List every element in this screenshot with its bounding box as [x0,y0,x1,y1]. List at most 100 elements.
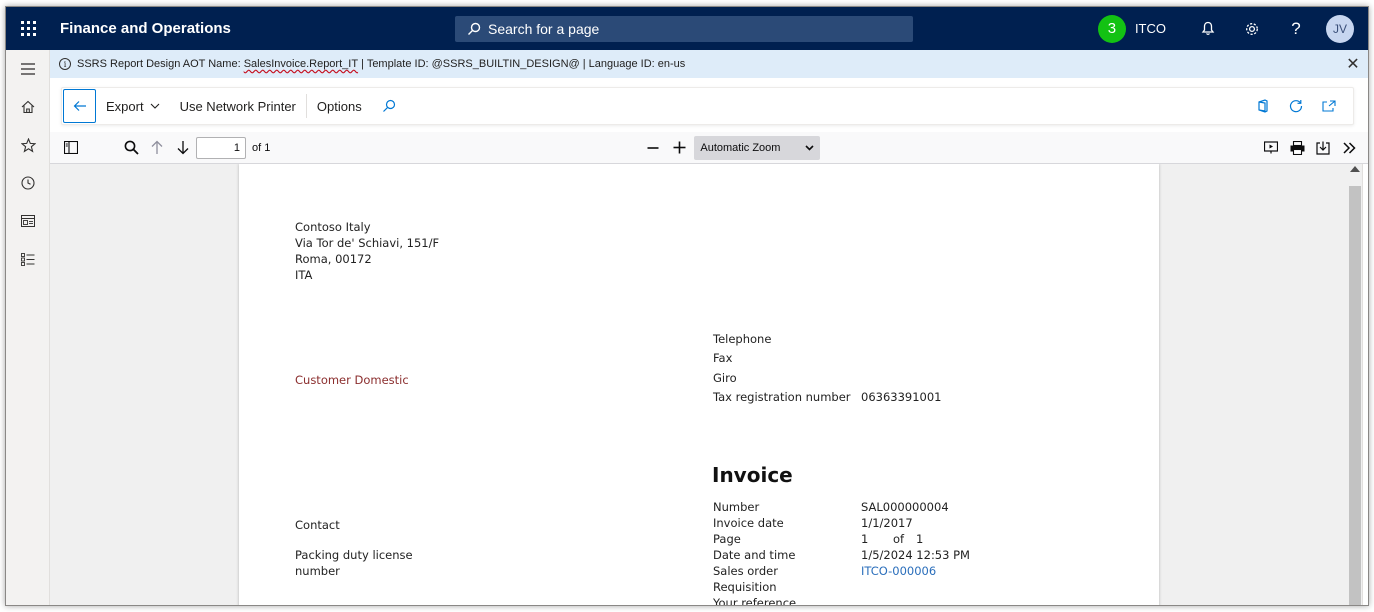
number-label: Number [713,500,760,514]
presentation-mode-button[interactable] [1258,134,1284,162]
settings-button[interactable] [1230,7,1274,50]
search-icon [468,22,481,35]
scrollbar-thumb[interactable] [1349,186,1361,605]
nav-modules-button[interactable] [6,240,50,278]
next-page-button[interactable] [170,134,196,162]
packing-duty-label-2: number [295,564,340,578]
gear-icon [1246,22,1258,35]
search-icon [382,99,395,112]
pdf-toolbar: 1 of 1 Automatic Zoom [50,132,1368,164]
download-icon [1316,141,1330,155]
office-button[interactable] [1246,99,1279,113]
avatar[interactable]: JV [1326,14,1354,43]
save-button[interactable] [1310,134,1336,162]
sales-order-link[interactable]: ITCO-000006 [861,564,936,578]
left-nav-rail [6,50,50,605]
company-city: Roma, 00172 [295,252,372,266]
invoice-date-value: 1/1/2017 [861,516,913,530]
plus-icon [673,141,686,154]
clock-icon [21,176,35,190]
company-country: ITA [295,268,313,282]
pdf-viewer[interactable]: Contoso Italy Via Tor de' Schiavi, 151/F… [50,164,1368,605]
page-value: 1 [861,532,869,546]
arrow-down-icon [177,141,189,155]
previous-page-button[interactable] [144,134,170,162]
zoom-select[interactable]: Automatic Zoom [694,135,821,160]
arrow-up-icon [151,140,163,154]
company-picker[interactable]: ITCO [1135,21,1166,36]
printer-icon [1290,140,1304,155]
your-reference-label: Your reference [713,596,797,605]
back-button[interactable] [63,89,96,123]
sidebar-icon [64,141,78,154]
page-number-input[interactable]: 1 [196,136,246,159]
nav-recent-button[interactable] [6,164,50,202]
chevron-down-icon [150,103,159,109]
app-window: Finance and Operations Search for a page… [5,6,1369,606]
datetime-value: 1/5/2024 12:53 PM [861,548,970,562]
refresh-button[interactable] [1279,99,1312,113]
page-edge [1362,164,1368,605]
open-new-window-button[interactable] [1312,100,1345,112]
options-tab[interactable]: Options [307,89,372,123]
use-network-printer-button[interactable]: Use Network Printer [170,89,306,123]
export-label: Export [106,98,144,114]
export-menu-button[interactable]: Export [96,89,170,123]
magnifier-icon [124,140,139,155]
telephone-label: Telephone [713,332,772,346]
tax-registration-value: 06363391001 [861,390,942,404]
top-nav-bar: Finance and Operations Search for a page… [6,7,1368,50]
star-icon [20,137,36,153]
refresh-icon [1289,100,1302,113]
notification-count-badge[interactable]: 3 [1097,14,1126,43]
close-icon[interactable]: ✕ [1338,54,1368,74]
action-search-button[interactable] [372,89,406,123]
nav-favorites-button[interactable] [6,126,50,164]
search-box[interactable]: Search for a page [455,15,913,42]
nav-workspaces-button[interactable] [6,202,50,240]
minus-icon [647,146,659,149]
help-button[interactable]: ? [1274,7,1318,50]
contact-label: Contact [295,518,340,532]
company-name: Contoso Italy [295,220,371,234]
office-icon [1257,99,1268,113]
popout-icon [1321,100,1336,112]
tools-menu-button[interactable] [1336,134,1362,162]
double-chevron-right-icon [1342,141,1356,154]
number-value: SAL000000004 [861,500,949,514]
tax-registration-label: Tax registration number [713,390,851,404]
vertical-scrollbar[interactable] [1348,164,1362,605]
info-message-prefix: SSRS Report Design AOT Name: [77,58,244,70]
list-icon [21,252,35,266]
notifications-button[interactable] [1186,7,1230,50]
question-icon: ? [1291,18,1301,38]
arrow-left-icon [73,101,86,111]
page-of-label: of [893,532,905,546]
zoom-out-button[interactable] [640,134,666,162]
toggle-sidebar-button[interactable] [58,134,84,162]
nav-menu-button[interactable] [6,50,50,88]
scroll-up-arrow-icon[interactable] [1350,166,1360,172]
app-title[interactable]: Finance and Operations [60,20,455,37]
find-button[interactable] [118,134,144,162]
customer-name: Customer Domestic [295,373,409,387]
nav-home-button[interactable] [6,88,50,126]
info-message-suffix: | Template ID: @SSRS_BUILTIN_DESIGN@ | L… [358,58,686,70]
info-message-bar: i SSRS Report Design AOT Name: SalesInvo… [50,50,1368,78]
print-button[interactable] [1284,134,1310,162]
page-label: Page [713,532,741,546]
packing-duty-label: Packing duty license [295,548,413,562]
presentation-icon [1264,141,1278,154]
workspace-icon [21,215,35,227]
zoom-in-button[interactable] [666,134,692,162]
invoice-date-label: Invoice date [713,516,784,530]
info-report-name: SalesInvoice.Report_IT [243,58,359,70]
app-launcher-button[interactable] [6,7,50,50]
invoice-title: Invoice [712,463,793,487]
datetime-label: Date and time [713,548,796,562]
bell-icon [1201,21,1215,35]
search-placeholder: Search for a page [488,20,600,37]
sales-order-label: Sales order [713,564,778,578]
company-street: Via Tor de' Schiavi, 151/F [295,236,440,250]
zoom-value: Automatic Zoom [700,141,781,154]
